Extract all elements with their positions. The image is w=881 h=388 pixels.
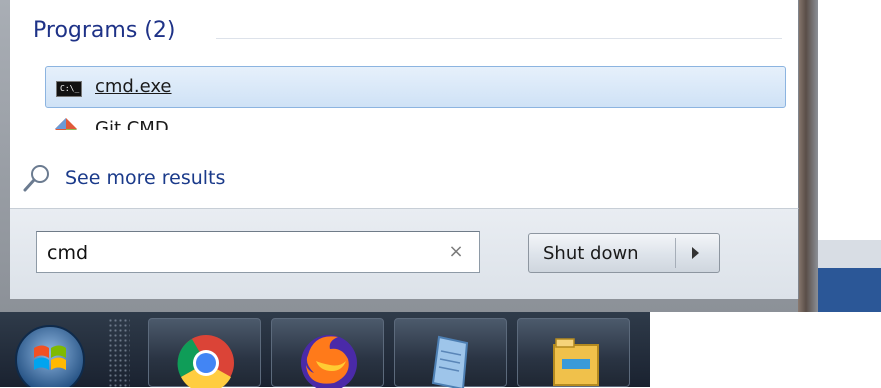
cmd-icon: C:\_ bbox=[56, 81, 82, 97]
desktop-background bbox=[818, 0, 881, 268]
chrome-icon bbox=[177, 335, 234, 388]
triangle-right-icon bbox=[692, 247, 699, 259]
result-item-git-cmd[interactable]: Git CMD bbox=[45, 112, 345, 130]
result-item-cmd[interactable]: C:\_ cmd.exe bbox=[45, 66, 786, 108]
taskbar-app-explorer[interactable] bbox=[517, 318, 630, 387]
desktop-background-bottom bbox=[650, 312, 881, 387]
group-divider bbox=[216, 38, 782, 39]
shutdown-options-button[interactable] bbox=[676, 234, 719, 272]
programs-group-header: Programs (2) bbox=[33, 18, 176, 43]
start-button[interactable] bbox=[4, 318, 100, 387]
result-label: cmd.exe bbox=[95, 76, 172, 97]
search-input[interactable] bbox=[47, 242, 427, 264]
firefox-icon bbox=[301, 335, 357, 388]
see-more-results-link[interactable]: See more results bbox=[22, 163, 282, 193]
notepad-icon bbox=[431, 335, 469, 388]
shutdown-button[interactable]: Shut down bbox=[543, 243, 639, 264]
taskbar-app-firefox[interactable] bbox=[271, 318, 384, 388]
taskbar-gripper bbox=[108, 318, 130, 387]
start-menu-edge bbox=[798, 0, 818, 312]
taskbar-app-chrome[interactable] bbox=[148, 318, 261, 388]
see-more-label: See more results bbox=[65, 167, 226, 189]
result-label: Git CMD bbox=[95, 118, 169, 130]
desktop-strip bbox=[818, 240, 881, 268]
taskbar-app-notepad[interactable] bbox=[394, 318, 507, 388]
clear-search-button[interactable]: × bbox=[445, 241, 467, 263]
file-explorer-icon bbox=[553, 338, 599, 386]
git-icon bbox=[55, 118, 77, 130]
search-box[interactable]: × bbox=[36, 231, 480, 273]
desktop-blue-strip bbox=[818, 268, 881, 312]
magnifier-icon bbox=[23, 165, 49, 192]
shutdown-button-group: Shut down bbox=[528, 233, 720, 273]
